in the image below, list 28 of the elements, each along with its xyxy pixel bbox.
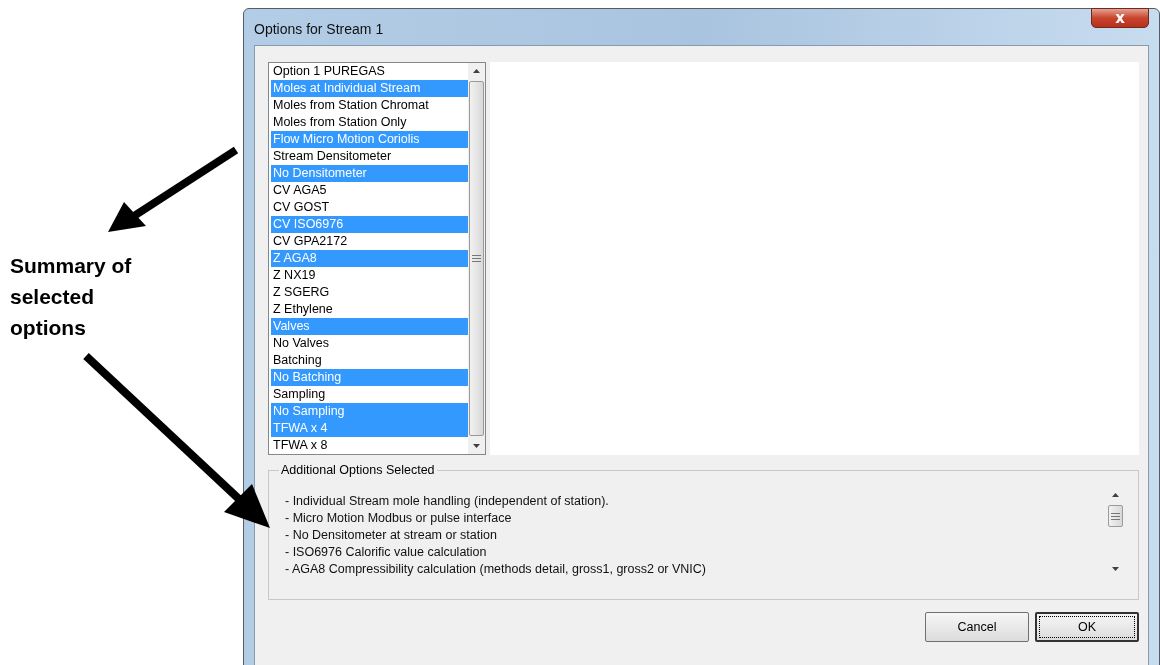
option-item[interactable]: Z SGERG xyxy=(271,284,468,301)
annotation-text: Summary of selected options xyxy=(10,253,133,341)
dialog-button[interactable]: OK xyxy=(1035,612,1139,642)
scroll-thumb[interactable] xyxy=(1108,505,1123,527)
option-item[interactable]: Z Ethylene xyxy=(271,301,468,318)
option-item[interactable]: TFWA x 8 xyxy=(271,437,468,454)
group-title: Additional Options Selected xyxy=(280,463,436,477)
option-item[interactable]: CV AGA5 xyxy=(271,182,468,199)
option-item[interactable]: Sampling xyxy=(271,386,468,403)
dialog-button[interactable]: Cancel xyxy=(925,612,1029,642)
option-item[interactable]: Moles from Station Chromat xyxy=(271,97,468,114)
option-item[interactable]: Stream Densitometer xyxy=(271,148,468,165)
summary-line: - No Densitometer at stream or station xyxy=(285,527,498,544)
option-item[interactable]: Batching xyxy=(271,352,468,369)
summary-line: - AGA8 Compressibility calculation (methods detail, gross1, gross2 or VNIC) xyxy=(285,561,707,578)
option-item[interactable]: CV GOST xyxy=(271,199,468,216)
option-item[interactable]: Z NX19 xyxy=(271,267,468,284)
summary-line: - Individual Stream mole handling (independent of station). xyxy=(285,493,610,510)
option-item[interactable]: CV GPA2172 xyxy=(271,233,468,250)
option-item[interactable]: No Valves xyxy=(271,335,468,352)
option-item[interactable]: Moles from Station Only xyxy=(271,114,468,131)
window-title: Options for Stream 1 xyxy=(254,21,384,37)
close-button[interactable]: x xyxy=(1091,8,1149,28)
option-item[interactable]: Option 1 PUREGAS xyxy=(271,63,468,80)
scroll-thumb[interactable] xyxy=(469,81,484,436)
summary-line: - Micro Motion Modbus or pulse interface xyxy=(285,510,513,527)
summary-line: - ISO6976 Calorific value calculation xyxy=(285,544,488,561)
scrollbar[interactable] xyxy=(468,63,485,454)
